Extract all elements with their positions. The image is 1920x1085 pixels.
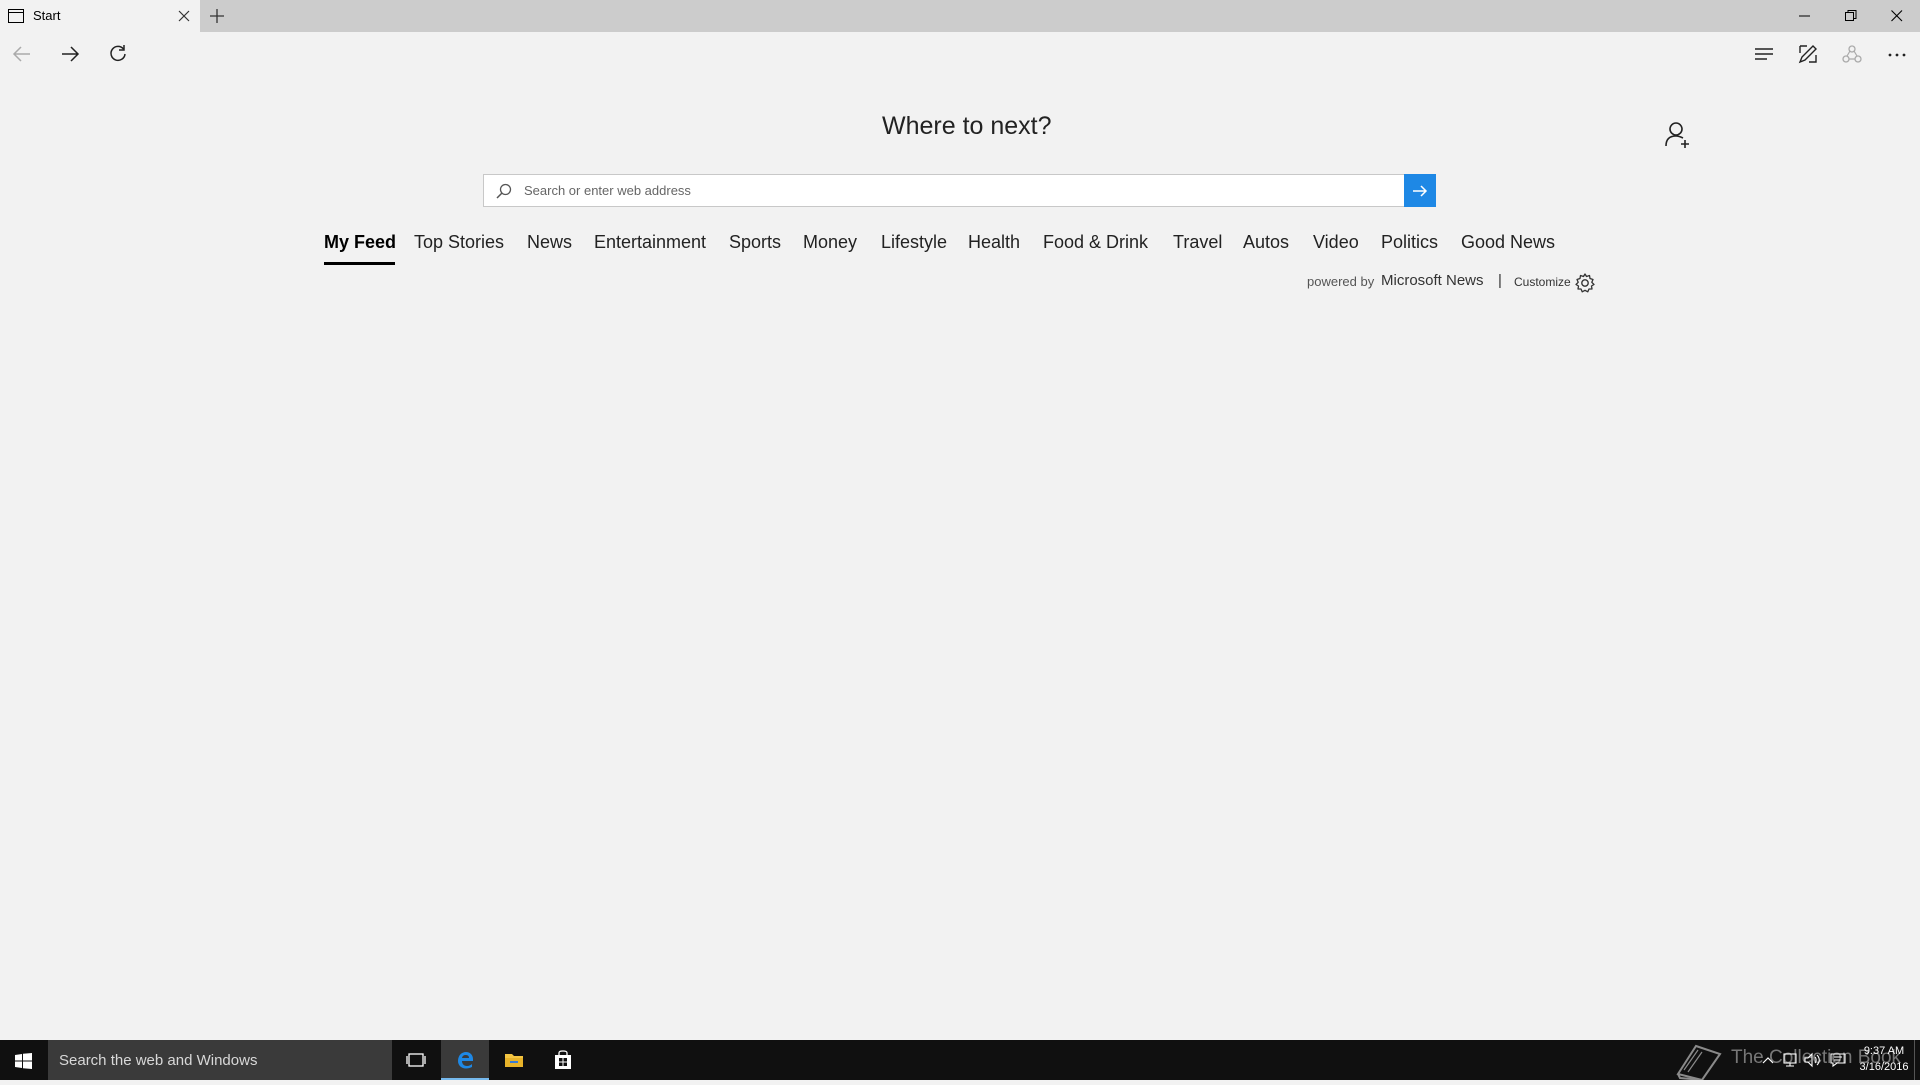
search-input[interactable] (522, 175, 1382, 206)
restore-button[interactable] (1828, 0, 1874, 32)
page-icon (8, 9, 24, 23)
forward-button[interactable] (54, 40, 86, 68)
store-icon[interactable] (539, 1040, 587, 1080)
web-note-button[interactable] (1792, 40, 1824, 68)
search-go-button[interactable] (1404, 174, 1436, 207)
powered-by-label: powered by (1307, 274, 1375, 289)
clock-time: 9:37 AM (1863, 1045, 1905, 1057)
tab-entertainment[interactable]: Entertainment (594, 232, 706, 253)
clock-date: 3/16/2016 (1859, 1061, 1909, 1073)
search-icon (496, 183, 512, 204)
powered-by-brand: Microsoft News (1381, 272, 1484, 289)
chevron-up-icon[interactable] (1758, 1050, 1778, 1070)
page-title: Where to next? (882, 112, 1052, 140)
tab-travel[interactable]: Travel (1173, 232, 1222, 253)
network-icon[interactable] (1780, 1050, 1800, 1070)
customize-link[interactable]: Customize (1514, 275, 1571, 289)
minimize-button[interactable] (1782, 0, 1828, 32)
active-tab-underline (324, 262, 395, 265)
tab-lifestyle[interactable]: Lifestyle (881, 232, 947, 253)
taskbar-search-placeholder: Search the web and Windows (59, 1052, 258, 1069)
volume-icon[interactable] (1802, 1050, 1822, 1070)
book-logo-icon (1670, 1040, 1726, 1082)
show-desktop-button[interactable] (1914, 1040, 1920, 1080)
tab-sports[interactable]: Sports (729, 232, 781, 253)
tab-top-stories[interactable]: Top Stories (414, 232, 504, 253)
tab-autos[interactable]: Autos (1243, 232, 1289, 253)
taskbar-search[interactable]: Search the web and Windows (48, 1040, 392, 1080)
tab-politics[interactable]: Politics (1381, 232, 1438, 253)
new-tab-icon[interactable] (208, 7, 226, 25)
action-center-icon[interactable] (1828, 1050, 1848, 1070)
add-user-icon[interactable] (1664, 120, 1692, 150)
taskbar-clock[interactable]: 9:37 AM 3/16/2016 (1852, 1043, 1916, 1075)
close-tab-icon[interactable] (176, 8, 192, 24)
tab-good-news[interactable]: Good News (1461, 232, 1555, 253)
start-button[interactable] (0, 1040, 48, 1080)
edge-icon[interactable] (441, 1040, 489, 1080)
taskbar: Search the web and Windows (0, 1040, 1920, 1080)
navigation-bar (0, 32, 1920, 76)
gear-icon[interactable] (1574, 272, 1596, 294)
search-box (483, 174, 1436, 207)
tab-health[interactable]: Health (968, 232, 1020, 253)
refresh-button[interactable] (102, 40, 134, 68)
separator: | (1498, 272, 1502, 289)
tab-food-drink[interactable]: Food & Drink (1043, 232, 1148, 253)
file-explorer-icon[interactable] (490, 1040, 538, 1080)
tab-strip: Start (0, 0, 1920, 32)
share-button[interactable] (1836, 40, 1868, 68)
close-window-button[interactable] (1874, 0, 1920, 32)
more-button[interactable] (1881, 40, 1913, 68)
back-button[interactable] (6, 40, 38, 68)
tab-start[interactable]: Start (0, 0, 200, 32)
task-view-icon[interactable] (392, 1040, 440, 1080)
tab-my-feed[interactable]: My Feed (324, 232, 396, 253)
tab-money[interactable]: Money (803, 232, 857, 253)
hub-button[interactable] (1748, 40, 1780, 68)
tab-news[interactable]: News (527, 232, 572, 253)
tab-title: Start (33, 8, 61, 23)
tab-video[interactable]: Video (1313, 232, 1359, 253)
